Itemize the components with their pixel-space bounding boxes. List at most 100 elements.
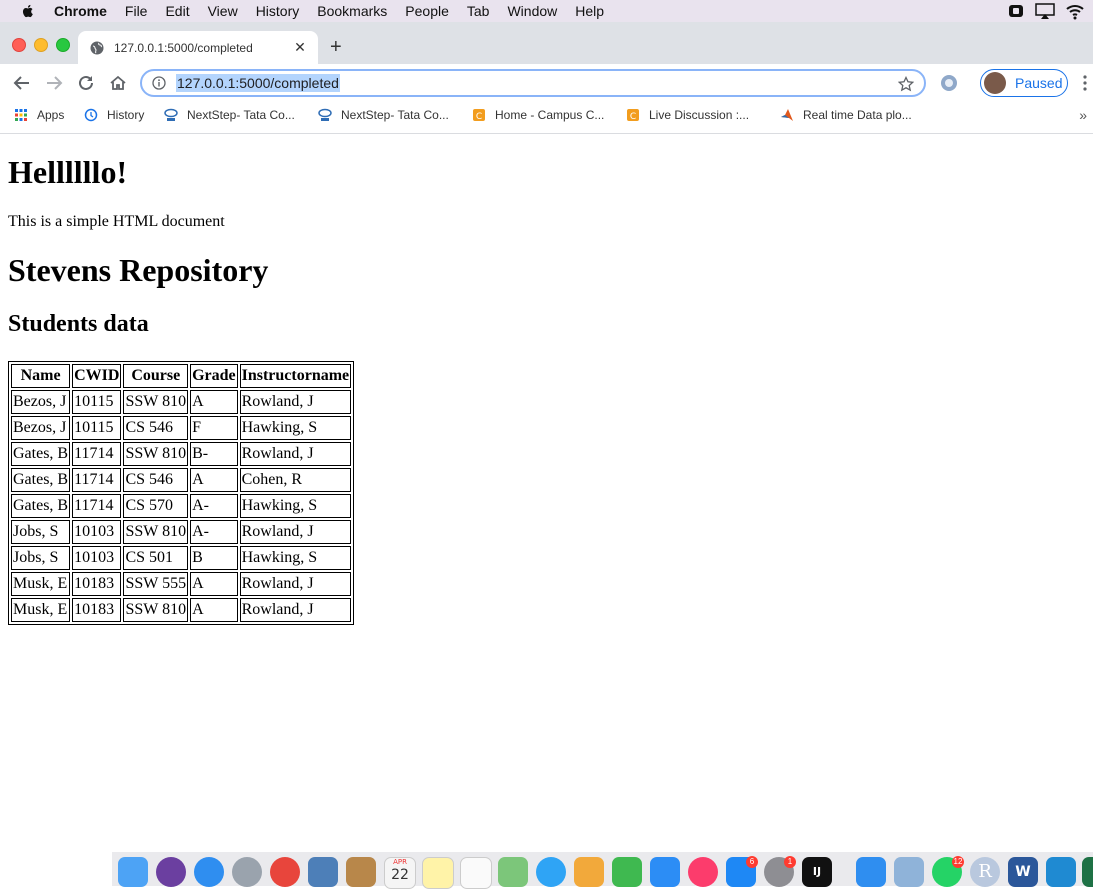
maps-icon[interactable] [498,857,528,887]
notes-icon[interactable] [422,857,454,889]
menu-app-chrome[interactable]: Chrome [54,3,107,19]
campus-icon: C [627,109,639,122]
apple-logo-icon[interactable] [20,3,36,19]
preview-icon[interactable] [308,857,338,887]
reminders-icon[interactable] [460,857,492,889]
menu-people[interactable]: People [405,3,449,19]
window-controls [12,38,70,52]
chrome-icon[interactable] [270,857,300,887]
campus-icon: C [473,109,485,122]
airplay-icon[interactable] [1035,2,1055,20]
safari-icon[interactable] [194,857,224,887]
bookmark-apps[interactable]: Apps [14,108,64,122]
menu-help[interactable]: Help [575,3,604,19]
column-header: Course [123,364,189,388]
intellij-icon[interactable]: IJ [802,857,832,887]
table-cell: Gates, B [11,468,71,492]
word-icon[interactable]: W [1008,857,1038,887]
xcode-icon[interactable] [856,857,886,887]
menu-edit[interactable]: Edit [165,3,189,19]
students-data-heading: Students data [8,311,149,337]
bookmark-nextstep-1[interactable]: NextStep- Tata Co... [164,108,295,122]
keynote-icon[interactable] [650,857,680,887]
finder-icon[interactable] [118,857,148,887]
bookmark-realtime-data[interactable]: Real time Data plo... [780,108,912,122]
table-cell: Cohen, R [239,468,352,492]
menu-tab[interactable]: Tab [467,3,490,19]
table-cell: SSW 810 [123,598,189,622]
contacts-icon[interactable] [346,857,376,887]
table-row: Gates, B 11714 CS 546 A Cohen, R [11,468,352,492]
calendar-icon[interactable]: APR 22 [384,857,416,889]
table-cell: 11714 [72,468,122,492]
table-cell: 10103 [72,546,122,570]
table-cell: 10183 [72,572,122,596]
table-cell: B- [190,442,238,466]
minimize-window-button[interactable] [34,38,48,52]
bookmark-label: NextStep- Tata Co... [341,108,449,122]
fullscreen-window-button[interactable] [56,38,70,52]
table-row: Bezos, J 10115 CS 546 F Hawking, S [11,416,352,440]
table-cell: A [190,572,238,596]
home-icon[interactable] [109,74,127,92]
close-window-button[interactable] [12,38,26,52]
siri-icon[interactable] [156,857,186,887]
menu-file[interactable]: File [125,3,148,19]
table-cell: Musk, E [11,572,71,596]
table-cell: Hawking, S [239,546,352,570]
info-icon[interactable] [152,76,166,90]
globe-icon [90,41,104,54]
bookmark-star-icon[interactable] [898,76,914,92]
close-tab-icon[interactable]: ✕ [292,39,308,56]
messages-icon[interactable] [536,857,566,887]
table-cell: Bezos, J [11,390,71,414]
bookmark-live-discussion[interactable]: C Live Discussion :... [626,108,749,122]
image-capture-icon[interactable] [894,857,924,887]
table-cell: CS 501 [123,546,189,570]
numbers-icon[interactable] [612,857,642,887]
table-row: Jobs, S 10103 CS 501 B Hawking, S [11,546,352,570]
menu-history[interactable]: History [256,3,300,19]
menu-view[interactable]: View [208,3,238,19]
apps-grid-icon [15,109,27,121]
tab-strip: 127.0.0.1:5000/completed ✕ + [0,22,1093,64]
more-menu-icon[interactable] [1082,74,1088,92]
bookmark-nextstep-2[interactable]: NextStep- Tata Co... [318,108,449,122]
bookmark-history[interactable]: History [84,108,144,122]
reload-icon[interactable] [77,74,95,92]
table-cell: Hawking, S [239,416,352,440]
vscode-icon[interactable] [1046,857,1076,887]
extension-icon[interactable] [940,74,958,92]
forward-arrow-icon[interactable] [45,74,63,92]
r-app-icon[interactable]: R [970,857,1000,887]
avatar [984,72,1006,94]
profile-button[interactable]: Paused [980,69,1068,97]
address-bar-url[interactable]: 127.0.0.1:5000/completed [176,74,340,92]
new-tab-button[interactable]: + [330,37,342,57]
table-cell: Gates, B [11,494,71,518]
matlab-icon [781,109,793,121]
table-row: Jobs, S 10103 SSW 810 A- Rowland, J [11,520,352,544]
menu-window[interactable]: Window [507,3,557,19]
table-cell: Rowland, J [239,598,352,622]
table-cell: CS 546 [123,416,189,440]
table-row: Gates, B 11714 SSW 810 B- Rowland, J [11,442,352,466]
tab-completed[interactable]: 127.0.0.1:5000/completed ✕ [78,31,318,64]
repository-heading: Stevens Repository [8,252,269,288]
excel-icon[interactable] [1082,857,1093,887]
address-bar[interactable]: 127.0.0.1:5000/completed [140,69,926,97]
table-cell: Musk, E [11,598,71,622]
bookmark-campus-home[interactable]: C Home - Campus C... [472,108,604,122]
pages-icon[interactable] [574,857,604,887]
table-cell: SSW 555 [123,572,189,596]
menu-bookmarks[interactable]: Bookmarks [317,3,387,19]
wifi-icon[interactable] [1065,2,1085,20]
table-cell: Gates, B [11,442,71,466]
screen-record-icon[interactable] [1007,2,1025,20]
more-bookmarks-icon[interactable]: » [1079,107,1087,123]
back-arrow-icon[interactable] [13,74,31,92]
bookmark-label: Home - Campus C... [495,108,605,122]
launchpad-icon[interactable] [232,857,262,887]
column-header: Instructorname [239,364,352,388]
music-icon[interactable] [688,857,718,887]
